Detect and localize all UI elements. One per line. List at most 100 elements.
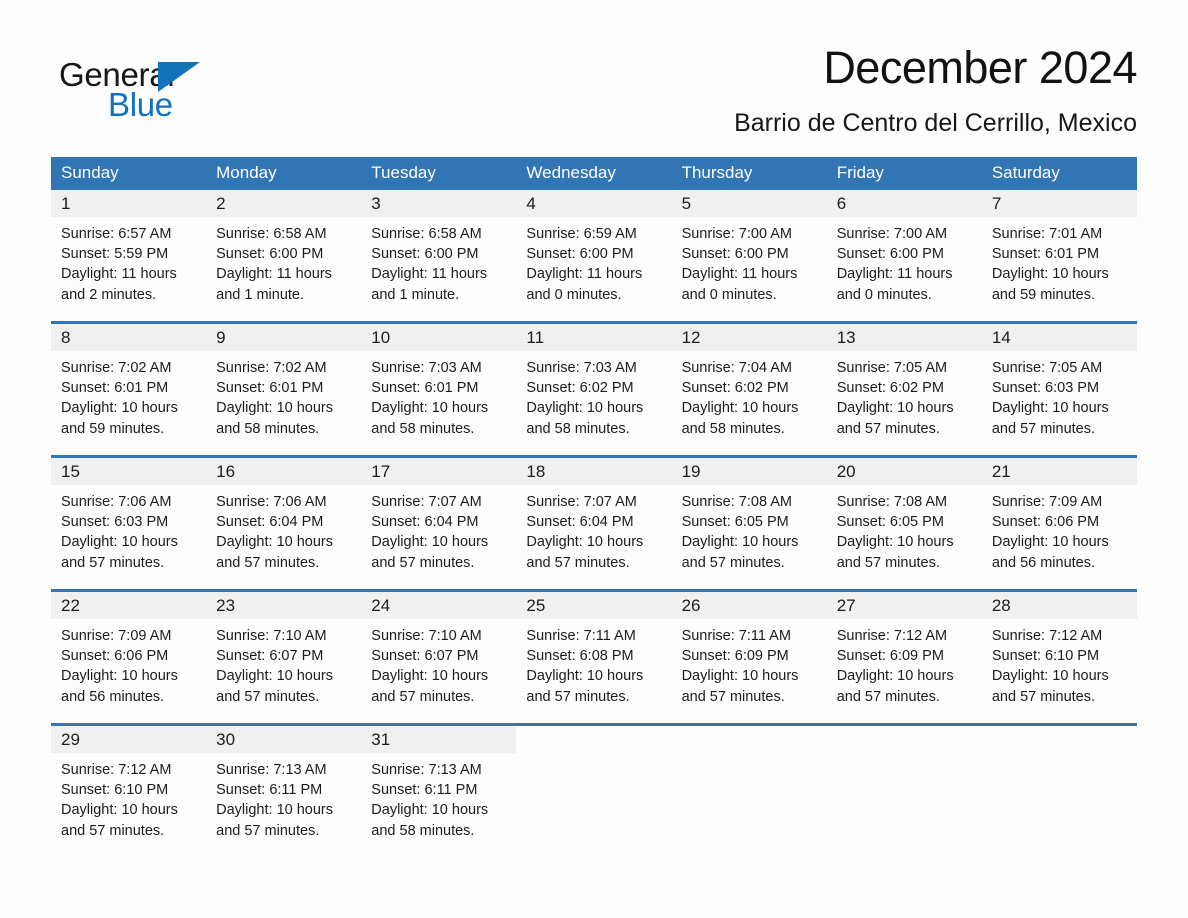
sunset-text: Sunset: 6:10 PM (991, 648, 1100, 665)
calendar-day-cell[interactable]: 30 Sunrise: 7:13 AM Sunset: 6:11 PM Dayl… (206, 723, 362, 857)
weekday-header-tuesday: Tuesday (361, 157, 517, 190)
calendar-week-row: 29 Sunrise: 7:12 AM Sunset: 6:10 PM Dayl… (51, 723, 1137, 857)
logo-text-blue: Blue (108, 86, 173, 123)
sunrise-text: Sunrise: 7:10 AM (216, 628, 327, 644)
calendar-day-cell[interactable]: 22 Sunrise: 7:09 AM Sunset: 6:06 PM Dayl… (51, 589, 207, 725)
calendar-day-cell[interactable]: 29 Sunrise: 7:12 AM Sunset: 6:10 PM Dayl… (51, 723, 207, 857)
calendar-day-cell[interactable]: 9 Sunrise: 7:02 AM Sunset: 6:01 PM Dayli… (206, 321, 362, 457)
daylight-text: Daylight: 10 hours and 58 minutes. (526, 400, 644, 437)
sunset-text: Sunset: 6:09 PM (836, 648, 944, 665)
calendar-day-cell[interactable]: 26 Sunrise: 7:11 AM Sunset: 6:09 PM Dayl… (671, 589, 827, 725)
day-number: 24 (371, 596, 391, 615)
calendar-day-cell[interactable]: 1 Sunrise: 6:57 AM Sunset: 5:59 PM Dayli… (51, 190, 207, 323)
calendar-day-cell[interactable]: 21 Sunrise: 7:09 AM Sunset: 6:06 PM Dayl… (981, 455, 1137, 591)
calendar-day-cell[interactable]: 28 Sunrise: 7:12 AM Sunset: 6:10 PM Dayl… (981, 589, 1137, 725)
daylight-text: Daylight: 10 hours and 59 minutes. (61, 400, 178, 437)
daylight-text: Daylight: 11 hours and 1 minute. (216, 266, 332, 303)
calendar-day-cell[interactable]: 17 Sunrise: 7:07 AM Sunset: 6:04 PM Dayl… (361, 455, 517, 591)
calendar-day-cell[interactable]: 20 Sunrise: 7:08 AM Sunset: 6:05 PM Dayl… (826, 455, 982, 591)
calendar-day-cell[interactable]: 8 Sunrise: 7:02 AM Sunset: 6:01 PM Dayli… (51, 321, 207, 457)
calendar-day-cell[interactable]: 4 Sunrise: 6:59 AM Sunset: 6:00 PM Dayli… (516, 190, 672, 323)
calendar-day-cell[interactable]: 12 Sunrise: 7:04 AM Sunset: 6:02 PM Dayl… (671, 321, 827, 457)
daylight-text: Daylight: 10 hours and 57 minutes. (991, 400, 1109, 437)
day-number: 26 (681, 596, 701, 615)
daylight-text: Daylight: 11 hours and 0 minutes. (836, 266, 953, 303)
sunrise-text: Sunrise: 7:02 AM (216, 360, 327, 376)
day-number: 9 (216, 328, 226, 347)
daylight-text: Daylight: 10 hours and 57 minutes. (371, 668, 489, 705)
calendar-day-cell[interactable]: 13 Sunrise: 7:05 AM Sunset: 6:02 PM Dayl… (826, 321, 982, 457)
calendar-week-row: 1 Sunrise: 6:57 AM Sunset: 5:59 PM Dayli… (51, 190, 1137, 323)
calendar-day-cell[interactable]: 19 Sunrise: 7:08 AM Sunset: 6:05 PM Dayl… (671, 455, 827, 591)
sunrise-text: Sunrise: 7:04 AM (681, 360, 792, 376)
day-number: 10 (371, 328, 391, 347)
sunrise-text: Sunrise: 7:11 AM (681, 628, 791, 644)
day-number: 15 (61, 462, 80, 481)
sunset-text: Sunset: 5:59 PM (61, 246, 169, 263)
daylight-text: Daylight: 10 hours and 58 minutes. (681, 400, 799, 437)
sunrise-text: Sunrise: 7:08 AM (681, 494, 792, 510)
sunset-text: Sunset: 6:02 PM (526, 380, 634, 397)
daylight-text: Daylight: 10 hours and 57 minutes. (991, 668, 1109, 705)
sunset-text: Sunset: 6:01 PM (371, 380, 479, 397)
calendar-day-cell[interactable]: 23 Sunrise: 7:10 AM Sunset: 6:07 PM Dayl… (206, 589, 362, 725)
day-number: 17 (371, 462, 391, 481)
calendar-day-cell[interactable]: 2 Sunrise: 6:58 AM Sunset: 6:00 PM Dayli… (206, 190, 362, 323)
sunset-text: Sunset: 6:03 PM (61, 514, 169, 531)
sunrise-text: Sunrise: 7:00 AM (836, 226, 948, 242)
daylight-text: Daylight: 11 hours and 1 minute. (371, 266, 488, 303)
calendar-day-cell[interactable]: 24 Sunrise: 7:10 AM Sunset: 6:07 PM Dayl… (361, 589, 517, 725)
sunrise-text: Sunrise: 7:03 AM (371, 360, 482, 376)
day-number: 6 (836, 194, 847, 213)
sunset-text: Sunset: 6:04 PM (371, 514, 479, 531)
calendar-day-cell[interactable]: 3 Sunrise: 6:58 AM Sunset: 6:00 PM Dayli… (361, 190, 517, 323)
calendar-day-cell[interactable]: 18 Sunrise: 7:07 AM Sunset: 6:04 PM Dayl… (516, 455, 672, 591)
calendar-day-cell[interactable]: 7 Sunrise: 7:01 AM Sunset: 6:01 PM Dayli… (981, 190, 1137, 323)
daylight-text: Daylight: 10 hours and 57 minutes. (371, 534, 489, 571)
calendar-day-cell[interactable]: 16 Sunrise: 7:06 AM Sunset: 6:04 PM Dayl… (206, 455, 362, 591)
calendar-day-cell[interactable]: 5 Sunrise: 7:00 AM Sunset: 6:00 PM Dayli… (671, 190, 827, 323)
calendar-day-cell[interactable]: 25 Sunrise: 7:11 AM Sunset: 6:08 PM Dayl… (516, 589, 672, 725)
sunrise-text: Sunrise: 7:11 AM (526, 628, 636, 644)
sunset-text: Sunset: 6:02 PM (681, 380, 789, 397)
day-number: 13 (836, 328, 856, 347)
calendar-day-cell[interactable]: 10 Sunrise: 7:03 AM Sunset: 6:01 PM Dayl… (361, 321, 517, 457)
daylight-text: Daylight: 11 hours and 0 minutes. (526, 266, 643, 303)
daylight-text: Daylight: 10 hours and 57 minutes. (526, 534, 644, 571)
sunset-text: Sunset: 6:01 PM (216, 380, 324, 397)
calendar-day-cell-empty (981, 723, 1137, 857)
calendar-header-row: Sunday Monday Tuesday Wednesday Thursday… (51, 157, 1137, 190)
sunrise-text: Sunrise: 7:03 AM (526, 360, 637, 376)
sunrise-text: Sunrise: 7:06 AM (216, 494, 327, 510)
weekday-header-thursday: Thursday (671, 157, 827, 190)
calendar-day-cell[interactable]: 6 Sunrise: 7:00 AM Sunset: 6:00 PM Dayli… (826, 190, 982, 323)
sunset-text: Sunset: 6:11 PM (371, 782, 478, 799)
daylight-text: Daylight: 10 hours and 58 minutes. (371, 802, 489, 839)
sunset-text: Sunset: 6:06 PM (991, 514, 1100, 531)
daylight-text: Daylight: 11 hours and 2 minutes. (61, 266, 177, 303)
sunrise-text: Sunrise: 7:08 AM (836, 494, 948, 510)
sunset-text: Sunset: 6:11 PM (216, 782, 323, 799)
sunset-text: Sunset: 6:04 PM (526, 514, 634, 531)
calendar-day-cell[interactable]: 15 Sunrise: 7:06 AM Sunset: 6:03 PM Dayl… (51, 455, 207, 591)
daylight-text: Daylight: 10 hours and 57 minutes. (681, 668, 799, 705)
sunset-text: Sunset: 6:01 PM (61, 380, 169, 397)
sunset-text: Sunset: 6:10 PM (61, 782, 169, 799)
sunrise-text: Sunrise: 7:01 AM (991, 226, 1103, 242)
sunrise-text: Sunrise: 7:09 AM (61, 628, 172, 644)
generalblue-logo: General Blue (59, 48, 259, 124)
sunrise-text: Sunrise: 6:59 AM (526, 226, 637, 242)
calendar-day-cell[interactable]: 11 Sunrise: 7:03 AM Sunset: 6:02 PM Dayl… (516, 321, 672, 457)
sunset-text: Sunset: 6:03 PM (991, 380, 1100, 397)
daylight-text: Daylight: 10 hours and 57 minutes. (836, 400, 954, 437)
day-number: 25 (526, 596, 546, 615)
calendar-day-cell[interactable]: 27 Sunrise: 7:12 AM Sunset: 6:09 PM Dayl… (826, 589, 982, 725)
calendar-day-cell[interactable]: 14 Sunrise: 7:05 AM Sunset: 6:03 PM Dayl… (981, 321, 1137, 457)
day-number: 31 (371, 730, 391, 749)
calendar-page: General Blue December 2024 Barrio de Cen… (0, 0, 1188, 918)
sunrise-text: Sunrise: 7:06 AM (61, 494, 172, 510)
daylight-text: Daylight: 10 hours and 58 minutes. (371, 400, 489, 437)
day-number: 20 (836, 462, 856, 481)
sunrise-text: Sunrise: 7:07 AM (526, 494, 637, 510)
calendar-day-cell[interactable]: 31 Sunrise: 7:13 AM Sunset: 6:11 PM Dayl… (361, 723, 517, 857)
